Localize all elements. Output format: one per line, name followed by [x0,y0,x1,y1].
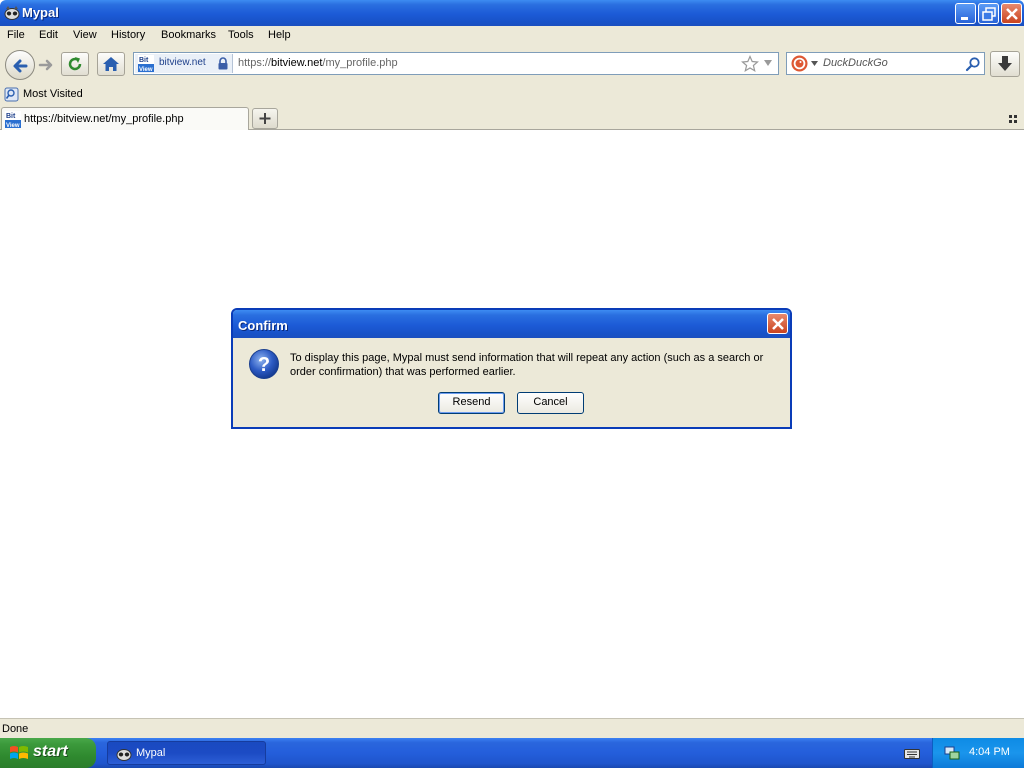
bookmark-star-icon[interactable] [741,55,759,73]
windows-logo-icon [10,746,28,759]
new-tab-button[interactable] [252,108,278,129]
question-icon: ? [249,349,279,379]
bookmarks-toolbar: Most Visited [0,84,1024,106]
dialog-message: To display this page, Mypal must send in… [290,352,764,378]
search-bar[interactable]: DuckDuckGo [786,52,985,75]
bitview-favicon-icon: Bit View [5,111,21,128]
site-identity-button[interactable]: Bit View bitview.net [135,54,233,73]
tab-my-profile[interactable]: Bit View https://bitview.net/my_profile.… [1,107,249,130]
reload-button[interactable] [61,52,89,76]
cancel-button[interactable]: Cancel [517,392,584,414]
status-text: Done [2,723,29,735]
search-input[interactable]: DuckDuckGo [823,57,888,69]
site-identity-label: bitview.net [159,57,206,68]
minimize-icon [961,17,968,20]
svg-text:?: ? [258,354,270,376]
back-arrow-icon [13,59,28,73]
forward-arrow-icon [38,59,53,71]
menu-file[interactable]: File [7,29,25,41]
window-titlebar[interactable]: Mypal [0,0,1024,26]
network-icon[interactable] [943,745,961,761]
taskbar-mypal-button[interactable]: Mypal [107,741,266,765]
system-tray: 4:04 PM [932,738,1024,768]
svg-text:View: View [6,123,20,128]
keyboard-icon[interactable] [904,747,920,759]
navigation-toolbar: Bit View bitview.net https://bitview.net… [0,46,1024,84]
duckduckgo-engine-icon[interactable] [791,55,808,72]
minimize-button[interactable] [955,3,976,24]
taskbar: start Mypal 4:04 PM [0,738,1024,768]
menu-tools[interactable]: Tools [228,29,254,41]
lock-icon [218,57,228,70]
window-title: Mypal [22,5,59,20]
search-icon[interactable] [965,56,981,72]
dialog-title: Confirm [238,318,288,333]
bitview-logo-icon: Bit View [138,55,154,72]
tab-label: https://bitview.net/my_profile.php [24,113,184,125]
restore-icon [982,7,996,21]
svg-text:View: View [139,67,153,72]
plus-icon [259,113,271,124]
downloads-button[interactable] [990,51,1020,77]
svg-text:Bit: Bit [6,113,16,120]
url-text[interactable]: https://bitview.net/my_profile.php [238,57,398,69]
status-bar: Done [0,718,1024,738]
url-path: /my_profile.php [322,57,398,69]
close-window-button[interactable] [1001,3,1022,24]
search-engine-dropdown-icon[interactable] [811,61,818,66]
restore-button[interactable] [978,3,999,24]
clock[interactable]: 4:04 PM [969,746,1010,758]
mypal-app-icon [4,6,20,20]
menu-bar: File Edit View History Bookmarks Tools H… [0,26,1024,46]
resend-button[interactable]: Resend [438,392,505,414]
start-label: start [33,743,68,760]
menu-help[interactable]: Help [268,29,291,41]
bookmark-most-visited[interactable]: Most Visited [23,88,83,100]
menu-history[interactable]: History [111,29,145,41]
svg-text:Bit: Bit [139,57,149,64]
start-button[interactable]: start [0,738,96,768]
reload-icon [68,57,82,71]
url-dropdown-arrow-icon[interactable] [763,59,773,67]
back-button[interactable] [5,50,35,80]
url-prefix: https:// [238,57,272,69]
taskbar-mypal-label: Mypal [136,747,166,759]
tab-strip: Bit View https://bitview.net/my_profile.… [0,106,1024,130]
list-all-tabs-icon[interactable] [1008,114,1018,124]
forward-button[interactable] [34,54,58,76]
home-button[interactable] [97,52,125,76]
confirm-dialog: Confirm ? To display this page, Mypal mu… [231,308,792,429]
dialog-close-button[interactable] [767,313,788,334]
close-icon [1006,8,1018,20]
most-visited-folder-icon [4,87,19,102]
download-arrow-icon [998,56,1012,71]
home-icon [103,57,119,71]
dialog-titlebar[interactable]: Confirm [233,310,790,338]
url-bar[interactable]: Bit View bitview.net https://bitview.net… [133,52,779,75]
url-domain: bitview.net [271,57,323,69]
close-icon [772,318,784,330]
menu-edit[interactable]: Edit [39,29,58,41]
menu-view[interactable]: View [73,29,97,41]
mypal-app-icon [116,749,132,761]
menu-bookmarks[interactable]: Bookmarks [161,29,216,41]
